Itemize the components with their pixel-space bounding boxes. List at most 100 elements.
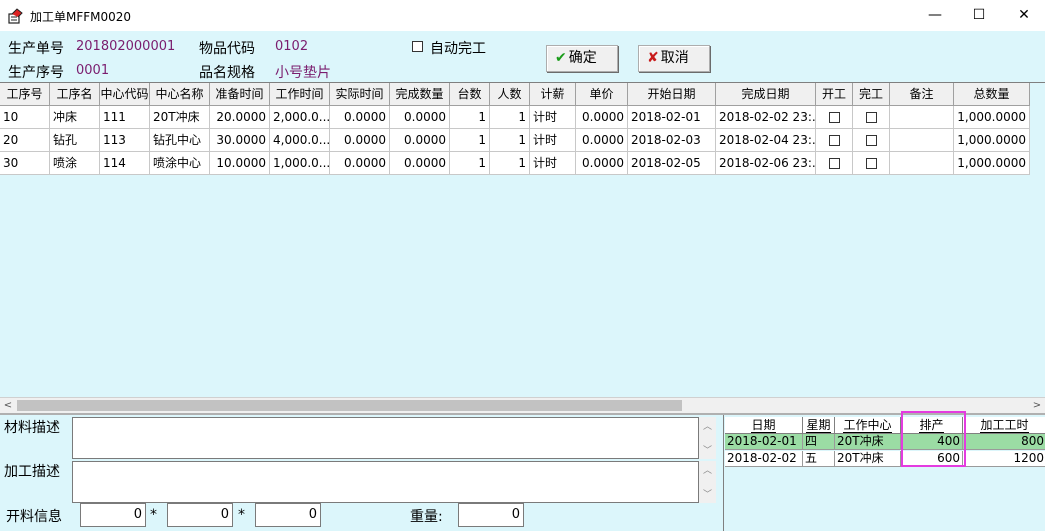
cell-total-qty[interactable]: 1,000.0000 xyxy=(954,106,1030,129)
cell-op-no[interactable]: 20 xyxy=(0,129,50,152)
cell-prep-time[interactable]: 20.0000 xyxy=(210,106,270,129)
cell-actual-time[interactable]: 0.0000 xyxy=(330,129,390,152)
cell-unit-price[interactable]: 0.0000 xyxy=(576,152,628,175)
column-header-center-name[interactable]: 中心名称 xyxy=(150,83,210,106)
cancel-button[interactable]: ✘ 取消 xyxy=(638,45,710,72)
cell-start-flag[interactable] xyxy=(816,152,853,175)
done-flag-checkbox[interactable] xyxy=(865,112,877,123)
cell-op-name[interactable]: 冲床 xyxy=(50,106,100,129)
scroll-thumb[interactable] xyxy=(17,400,682,411)
cell-finish-date[interactable]: 2018-02-04 23:... xyxy=(716,129,816,152)
column-header-machines[interactable]: 台数 xyxy=(450,83,490,106)
cell-center-name[interactable]: 钻孔中心 xyxy=(150,129,210,152)
column-header-finish-date[interactable]: 完成日期 xyxy=(716,83,816,106)
cell-unit-price[interactable]: 0.0000 xyxy=(576,129,628,152)
cell-finish-date[interactable]: 2018-02-02 23:... xyxy=(716,106,816,129)
process-textarea[interactable] xyxy=(72,461,699,503)
column-header-op-name[interactable]: 工序名 xyxy=(50,83,100,106)
process-scrollbar[interactable]: ︿ ﹀ xyxy=(699,461,716,503)
cell-total-qty[interactable]: 1,000.0000 xyxy=(954,152,1030,175)
schedule-header-weekday[interactable]: 星期 xyxy=(803,417,835,434)
cell-op-name[interactable]: 喷涂 xyxy=(50,152,100,175)
column-header-start-date[interactable]: 开始日期 xyxy=(628,83,716,106)
operations-grid[interactable]: 工序号 工序名 中心代码 中心名称 准备时间 工作时间 实际时间 完成数量 台数 人数 计薪 单价 开始… xyxy=(0,82,1045,399)
column-header-remark[interactable]: 备注 xyxy=(890,83,954,106)
schedule-cell-process-hours[interactable]: 800 xyxy=(963,434,1045,450)
cell-work-time[interactable]: 1,000.0... xyxy=(270,152,330,175)
cell-done-qty[interactable]: 0.0000 xyxy=(390,106,450,129)
cell-work-time[interactable]: 2,000.0... xyxy=(270,106,330,129)
cell-op-no[interactable]: 10 xyxy=(0,106,50,129)
cell-actual-time[interactable]: 0.0000 xyxy=(330,152,390,175)
cell-prep-time[interactable]: 30.0000 xyxy=(210,129,270,152)
weight-input[interactable]: 0 xyxy=(458,503,524,527)
cell-done-qty[interactable]: 0.0000 xyxy=(390,129,450,152)
cell-start-flag[interactable] xyxy=(816,129,853,152)
cut-length-input[interactable]: 0 xyxy=(80,503,146,527)
cut-width-input[interactable]: 0 xyxy=(167,503,233,527)
column-header-done-qty[interactable]: 完成数量 xyxy=(390,83,450,106)
schedule-cell-weekday[interactable]: 四 xyxy=(803,434,835,450)
scroll-up-icon[interactable]: ︿ xyxy=(699,463,716,476)
schedule-header-date[interactable]: 日期 xyxy=(725,417,803,434)
minimize-button[interactable]: — xyxy=(917,4,953,26)
cell-remark[interactable] xyxy=(890,106,954,129)
cell-start-date[interactable]: 2018-02-03 xyxy=(628,129,716,152)
cell-machines[interactable]: 1 xyxy=(450,106,490,129)
cell-done-flag[interactable] xyxy=(853,106,890,129)
done-flag-checkbox[interactable] xyxy=(865,158,877,169)
cell-prep-time[interactable]: 10.0000 xyxy=(210,152,270,175)
cut-thickness-input[interactable]: 0 xyxy=(255,503,321,527)
scroll-right-icon[interactable]: > xyxy=(1029,398,1045,414)
column-header-pay-type[interactable]: 计薪 xyxy=(530,83,576,106)
cell-total-qty[interactable]: 1,000.0000 xyxy=(954,129,1030,152)
cell-done-flag[interactable] xyxy=(853,152,890,175)
column-header-work-time[interactable]: 工作时间 xyxy=(270,83,330,106)
cell-unit-price[interactable]: 0.0000 xyxy=(576,106,628,129)
done-flag-checkbox[interactable] xyxy=(865,135,877,146)
cell-remark[interactable] xyxy=(890,129,954,152)
schedule-cell-date[interactable]: 2018-02-01 xyxy=(725,434,803,450)
schedule-cell-weekday[interactable]: 五 xyxy=(803,451,835,467)
start-flag-checkbox[interactable] xyxy=(828,112,840,123)
cell-pay-type[interactable]: 计时 xyxy=(530,106,576,129)
schedule-header-process-hours[interactable]: 加工工时 xyxy=(963,417,1045,434)
column-header-prep-time[interactable]: 准备时间 xyxy=(210,83,270,106)
column-header-center-code[interactable]: 中心代码 xyxy=(100,83,150,106)
column-header-op-no[interactable]: 工序号 xyxy=(0,83,50,106)
scroll-down-icon[interactable]: ﹀ xyxy=(699,487,716,500)
horizontal-scrollbar[interactable]: < > xyxy=(0,397,1045,413)
column-header-start-flag[interactable]: 开工 xyxy=(816,83,853,106)
cell-finish-date[interactable]: 2018-02-06 23:... xyxy=(716,152,816,175)
cell-done-flag[interactable] xyxy=(853,129,890,152)
column-header-actual-time[interactable]: 实际时间 xyxy=(330,83,390,106)
cell-center-code[interactable]: 111 xyxy=(100,106,150,129)
start-flag-checkbox[interactable] xyxy=(828,135,840,146)
cell-start-date[interactable]: 2018-02-01 xyxy=(628,106,716,129)
cell-machines[interactable]: 1 xyxy=(450,129,490,152)
cell-start-date[interactable]: 2018-02-05 xyxy=(628,152,716,175)
cell-center-name[interactable]: 喷涂中心 xyxy=(150,152,210,175)
column-header-workers[interactable]: 人数 xyxy=(490,83,530,106)
cell-workers[interactable]: 1 xyxy=(490,106,530,129)
schedule-cell-date[interactable]: 2018-02-02 xyxy=(725,451,803,467)
cell-op-no[interactable]: 30 xyxy=(0,152,50,175)
confirm-button[interactable]: ✔ 确定 xyxy=(546,45,618,72)
auto-complete-checkbox[interactable] xyxy=(412,41,423,52)
schedule-grid[interactable]: 日期 星期 工作中心 排产 加工工时 2018-02-01 四 20T冲床 400 800 2018… xyxy=(723,415,1045,531)
cell-pay-type[interactable]: 计时 xyxy=(530,129,576,152)
cell-center-code[interactable]: 114 xyxy=(100,152,150,175)
scroll-left-icon[interactable]: < xyxy=(0,398,16,414)
schedule-header-scheduled[interactable]: 排产 xyxy=(901,417,963,434)
schedule-cell-work-center[interactable]: 20T冲床 xyxy=(835,434,901,450)
cell-start-flag[interactable] xyxy=(816,106,853,129)
cell-machines[interactable]: 1 xyxy=(450,152,490,175)
cell-actual-time[interactable]: 0.0000 xyxy=(330,106,390,129)
cell-work-time[interactable]: 4,000.0... xyxy=(270,129,330,152)
schedule-cell-scheduled[interactable]: 400 xyxy=(901,434,963,450)
schedule-cell-scheduled[interactable]: 600 xyxy=(901,451,963,467)
cell-op-name[interactable]: 钻孔 xyxy=(50,129,100,152)
start-flag-checkbox[interactable] xyxy=(828,158,840,169)
close-button[interactable]: ✕ xyxy=(1006,4,1042,26)
column-header-unit-price[interactable]: 单价 xyxy=(576,83,628,106)
